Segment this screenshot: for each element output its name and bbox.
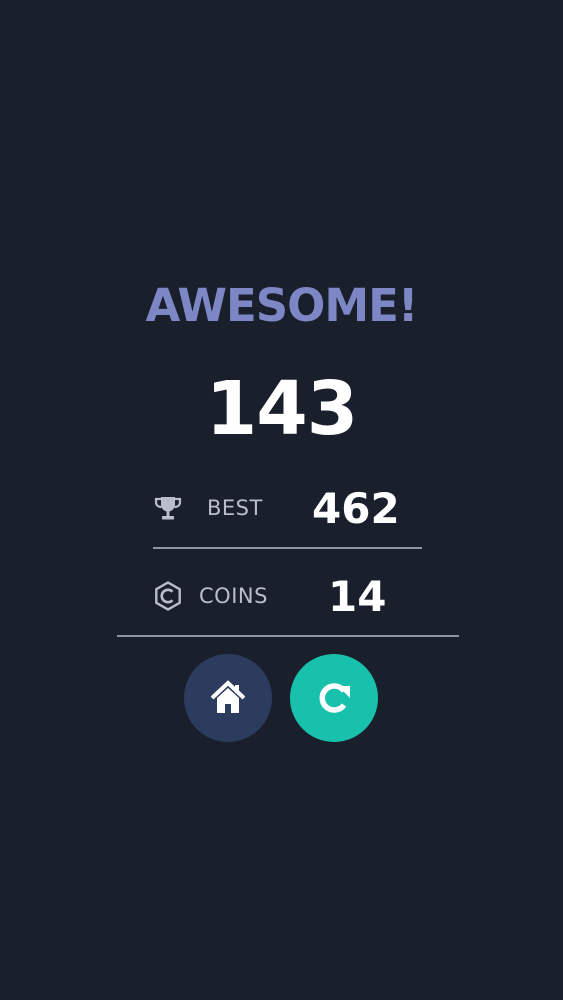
coin-icon: [152, 580, 184, 612]
home-icon: [208, 678, 248, 718]
divider: [153, 547, 422, 549]
best-score-row: BEST 462: [152, 478, 422, 538]
final-score: 143: [205, 366, 358, 452]
divider: [117, 635, 459, 637]
home-button[interactable]: [184, 654, 272, 742]
game-over-screen: AWESOME! 143 BEST 462 COINS 14: [0, 0, 563, 1000]
coins-label: COINS: [199, 584, 268, 608]
best-label: BEST: [207, 496, 263, 520]
replay-button[interactable]: [290, 654, 378, 742]
trophy-icon: [152, 492, 184, 524]
best-value: 462: [312, 484, 400, 533]
replay-icon: [314, 678, 354, 718]
result-headline: AWESOME!: [145, 279, 419, 332]
coins-row: COINS 14: [150, 566, 410, 626]
coins-value: 14: [328, 572, 387, 621]
